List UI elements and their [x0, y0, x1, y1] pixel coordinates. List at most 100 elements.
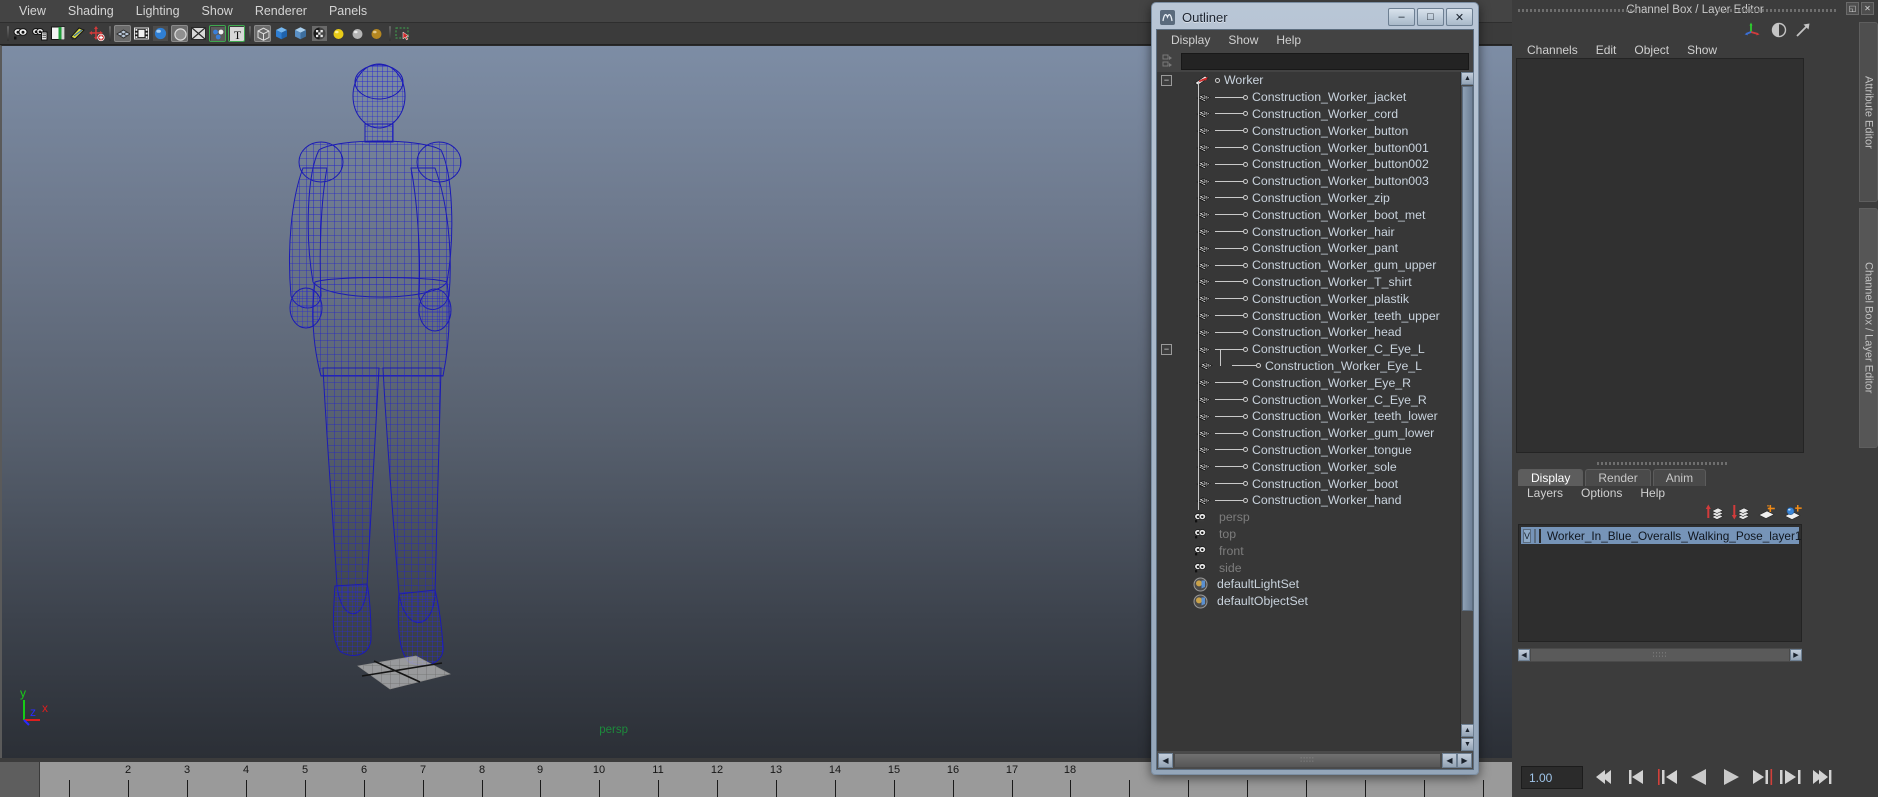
layer-playback-toggle[interactable] [1534, 528, 1537, 543]
camera-attributes-icon[interactable] [31, 25, 48, 42]
scroll-down-icon[interactable]: ▼ [1461, 738, 1474, 751]
node-handle-icon[interactable] [1243, 346, 1248, 352]
node-handle-icon[interactable] [1243, 279, 1248, 285]
minimize-icon[interactable]: – [1388, 8, 1415, 26]
node-handle-icon[interactable] [1243, 313, 1248, 319]
outliner-tree[interactable]: − Worker Construction_Worker_jacket Constru… [1157, 72, 1473, 751]
layer-shading-swatch-icon[interactable] [1539, 528, 1542, 543]
node-handle-icon[interactable] [1243, 430, 1248, 436]
menu-renderer[interactable]: Renderer [244, 0, 318, 23]
scroll-track[interactable]: ::::: [1531, 649, 1789, 661]
outliner-item[interactable]: Construction_Worker_Eye_L [1157, 358, 1473, 375]
outliner-item[interactable]: Construction_Worker_plastik [1157, 290, 1473, 307]
yellow-light-icon[interactable] [330, 25, 347, 42]
scroll-up-icon[interactable]: ▲ [1461, 72, 1474, 85]
menu-help[interactable]: Help [1631, 486, 1674, 500]
outliner-item[interactable]: Construction_Worker_gum_upper [1157, 257, 1473, 274]
play-forwards-icon[interactable] [1718, 765, 1743, 789]
outliner-item[interactable]: Construction_Worker_teeth_upper [1157, 307, 1473, 324]
outliner-item[interactable]: Construction_Worker_boot [1157, 475, 1473, 492]
node-handle-icon[interactable] [1243, 245, 1248, 251]
scroll-left-icon[interactable]: ◀ [1518, 649, 1530, 661]
panel-drag-handle-right[interactable] [1718, 9, 1838, 12]
outliner-item[interactable]: front [1157, 542, 1473, 559]
layer-editor-drag-handle[interactable] [1597, 462, 1727, 465]
outliner-item[interactable]: Construction_Worker_zip [1157, 190, 1473, 207]
camera-icon[interactable] [12, 25, 29, 42]
scroll-right-icon[interactable]: ▶ [1457, 752, 1472, 768]
menu-show[interactable]: Show [1219, 33, 1267, 47]
scroll-down-top-icon[interactable]: ▲ [1461, 724, 1474, 737]
outliner-item[interactable]: Construction_Worker_sole [1157, 458, 1473, 475]
scroll-thumb[interactable]: ::::: [1174, 752, 1441, 768]
node-handle-icon[interactable] [1243, 161, 1248, 167]
channel-box-content[interactable] [1516, 58, 1804, 453]
expand-collapse-icon[interactable]: − [1161, 74, 1172, 86]
grey-light-icon[interactable] [349, 25, 366, 42]
node-handle-icon[interactable] [1243, 262, 1248, 268]
layer-list-horizontal-scrollbar[interactable]: ◀ ::::: ▶ [1518, 648, 1802, 662]
close-icon[interactable]: ✕ [1446, 8, 1473, 26]
menu-object[interactable]: Object [1625, 43, 1678, 57]
outliner-item[interactable]: − Construction_Worker_C_Eye_L [1157, 341, 1473, 358]
outliner-item[interactable]: Construction_Worker_teeth_lower [1157, 408, 1473, 425]
node-handle-icon[interactable] [1243, 481, 1248, 487]
outliner-vertical-scrollbar[interactable]: ▲ ▲ ▼ [1460, 72, 1474, 751]
node-handle-icon[interactable] [1256, 363, 1261, 369]
scroll-left-2-icon[interactable]: ◀ [1442, 752, 1457, 768]
outliner-item[interactable]: Construction_Worker_button003 [1157, 173, 1473, 190]
outliner-item[interactable]: Construction_Worker_cord [1157, 106, 1473, 123]
step-back-frame-icon[interactable] [1656, 765, 1681, 789]
menu-display[interactable]: Display [1162, 33, 1219, 47]
node-handle-icon[interactable] [1243, 329, 1248, 335]
current-frame-field[interactable]: 1.00 [1521, 766, 1583, 789]
tab-anim[interactable]: Anim [1652, 469, 1707, 486]
axis-manip-icon[interactable] [1744, 21, 1762, 39]
node-handle-icon[interactable] [1243, 195, 1248, 201]
node-handle-icon[interactable] [1243, 229, 1248, 235]
expand-collapse-icon[interactable]: − [1161, 343, 1172, 355]
outliner-item[interactable]: Construction_Worker_boot_met [1157, 206, 1473, 223]
panel-drag-handle-left[interactable] [1518, 9, 1638, 12]
node-handle-icon[interactable] [1243, 111, 1248, 117]
outliner-item[interactable]: Construction_Worker_button002 [1157, 156, 1473, 173]
close-panel-icon[interactable]: ✕ [1861, 2, 1874, 15]
play-backwards-icon[interactable] [1687, 765, 1712, 789]
menu-shading[interactable]: Shading [57, 0, 125, 23]
maximize-icon[interactable]: □ [1417, 8, 1444, 26]
outliner-item[interactable]: Construction_Worker_button001 [1157, 139, 1473, 156]
tab-channel-box-layer-editor[interactable]: Channel Box / Layer Editor [1859, 208, 1878, 448]
go-to-start-icon[interactable] [1594, 765, 1619, 789]
restore-panel-icon[interactable]: ◱ [1846, 2, 1859, 15]
select-region-icon[interactable] [394, 25, 411, 42]
outliner-window[interactable]: Outliner – □ ✕ Display Show Help − Worke… [1151, 2, 1479, 775]
node-handle-icon[interactable] [1243, 296, 1248, 302]
outliner-item[interactable]: top [1157, 526, 1473, 543]
checker-sphere-icon[interactable] [311, 25, 328, 42]
outliner-item[interactable]: Construction_Worker_Eye_R [1157, 374, 1473, 391]
node-handle-icon[interactable] [1243, 464, 1248, 470]
menu-edit[interactable]: Edit [1587, 43, 1626, 57]
scroll-thumb[interactable] [1462, 86, 1473, 611]
scroll-track[interactable]: ::::: [1174, 752, 1441, 768]
layer-row[interactable]: V Worker_In_Blue_Overalls_Walking_Pose_l… [1521, 527, 1801, 544]
menu-channels[interactable]: Channels [1518, 43, 1587, 57]
node-handle-icon[interactable] [1243, 94, 1248, 100]
menu-view[interactable]: View [8, 0, 57, 23]
node-handle-icon[interactable] [1243, 128, 1248, 134]
new-layer-from-selected-icon[interactable] [1783, 504, 1802, 520]
layer-visibility-toggle[interactable]: V [1523, 528, 1532, 543]
outliner-item[interactable]: Construction_Worker_hair [1157, 223, 1473, 240]
layer-name[interactable]: Worker_In_Blue_Overalls_Walking_Pose_lay… [1544, 529, 1801, 543]
new-layer-icon[interactable] [1757, 504, 1776, 520]
xray-icon[interactable] [190, 25, 207, 42]
menu-help[interactable]: Help [1267, 33, 1310, 47]
menu-layers[interactable]: Layers [1518, 486, 1572, 500]
move-layer-down-icon[interactable] [1731, 504, 1750, 520]
tab-display[interactable]: Display [1518, 469, 1584, 486]
half-circle-icon[interactable] [1770, 21, 1788, 39]
node-handle-icon[interactable] [1243, 497, 1248, 503]
node-handle-icon[interactable] [1243, 413, 1248, 419]
node-handle-icon[interactable] [1243, 145, 1248, 151]
filter-icon[interactable] [1161, 53, 1179, 70]
